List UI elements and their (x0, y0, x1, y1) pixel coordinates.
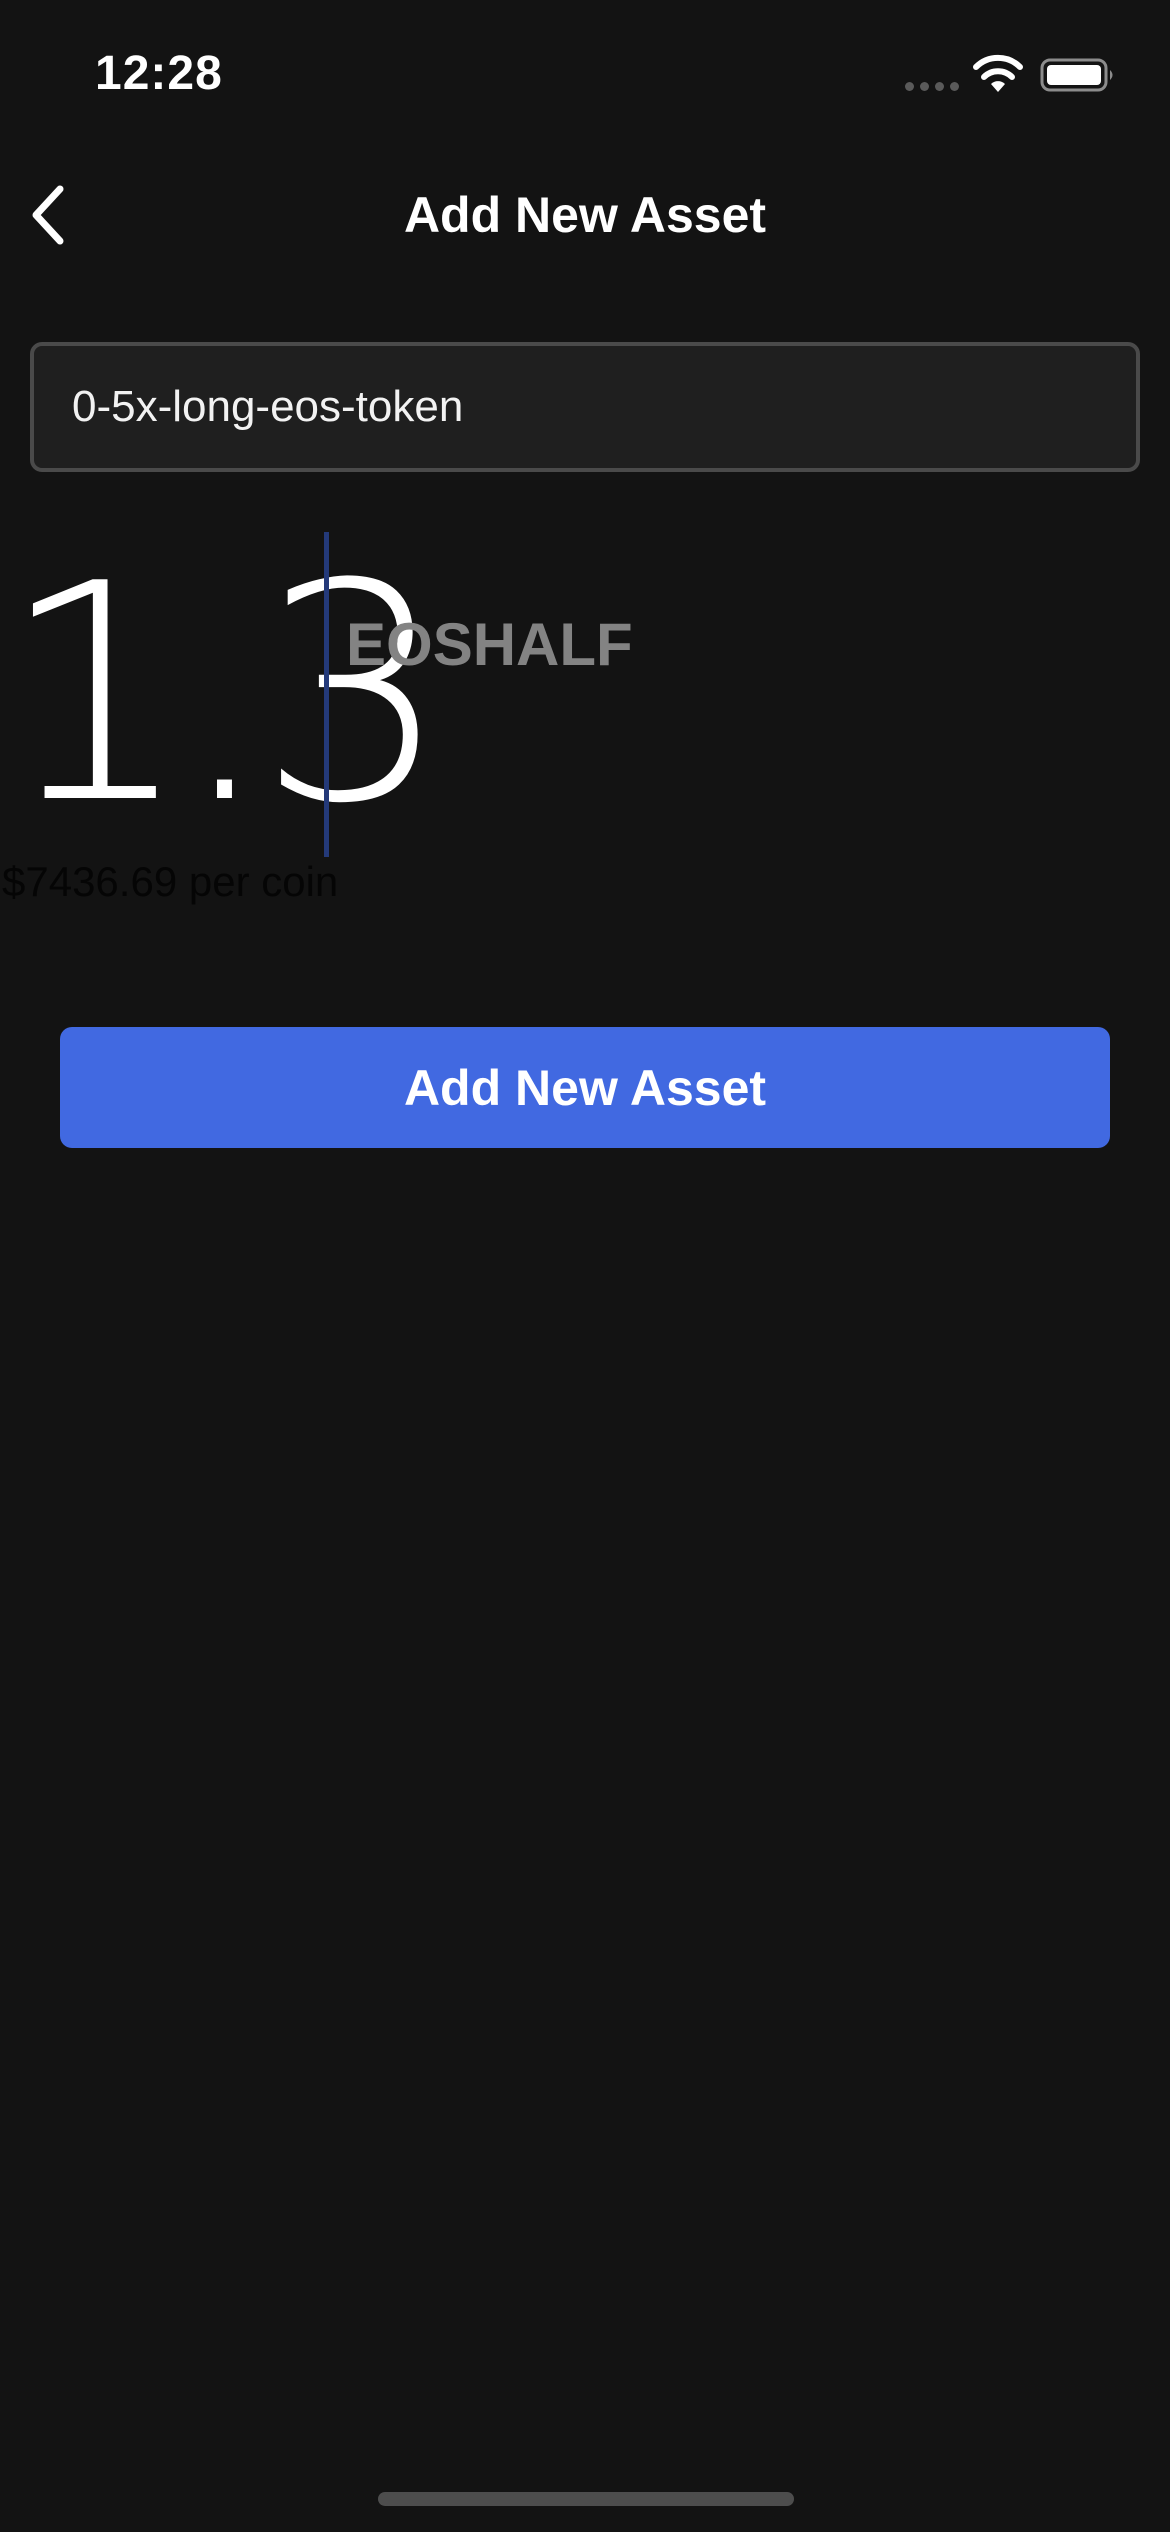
status-time: 12:28 (95, 47, 223, 100)
wifi-icon (973, 54, 1023, 92)
home-indicator[interactable] (378, 2492, 794, 2506)
price-per-coin: $7436.69 per coin (2, 858, 339, 905)
cellular-signal-icon (905, 82, 959, 92)
asset-symbol: EOSHALF (346, 611, 633, 678)
page-title: Add New Asset (403, 187, 767, 243)
token-search-input[interactable] (30, 342, 1140, 472)
battery-icon (1040, 58, 1113, 92)
text-cursor (324, 532, 329, 857)
add-new-asset-button[interactable]: Add New Asset (60, 1027, 1110, 1148)
amount-value[interactable]: 1.3 (0, 530, 449, 860)
